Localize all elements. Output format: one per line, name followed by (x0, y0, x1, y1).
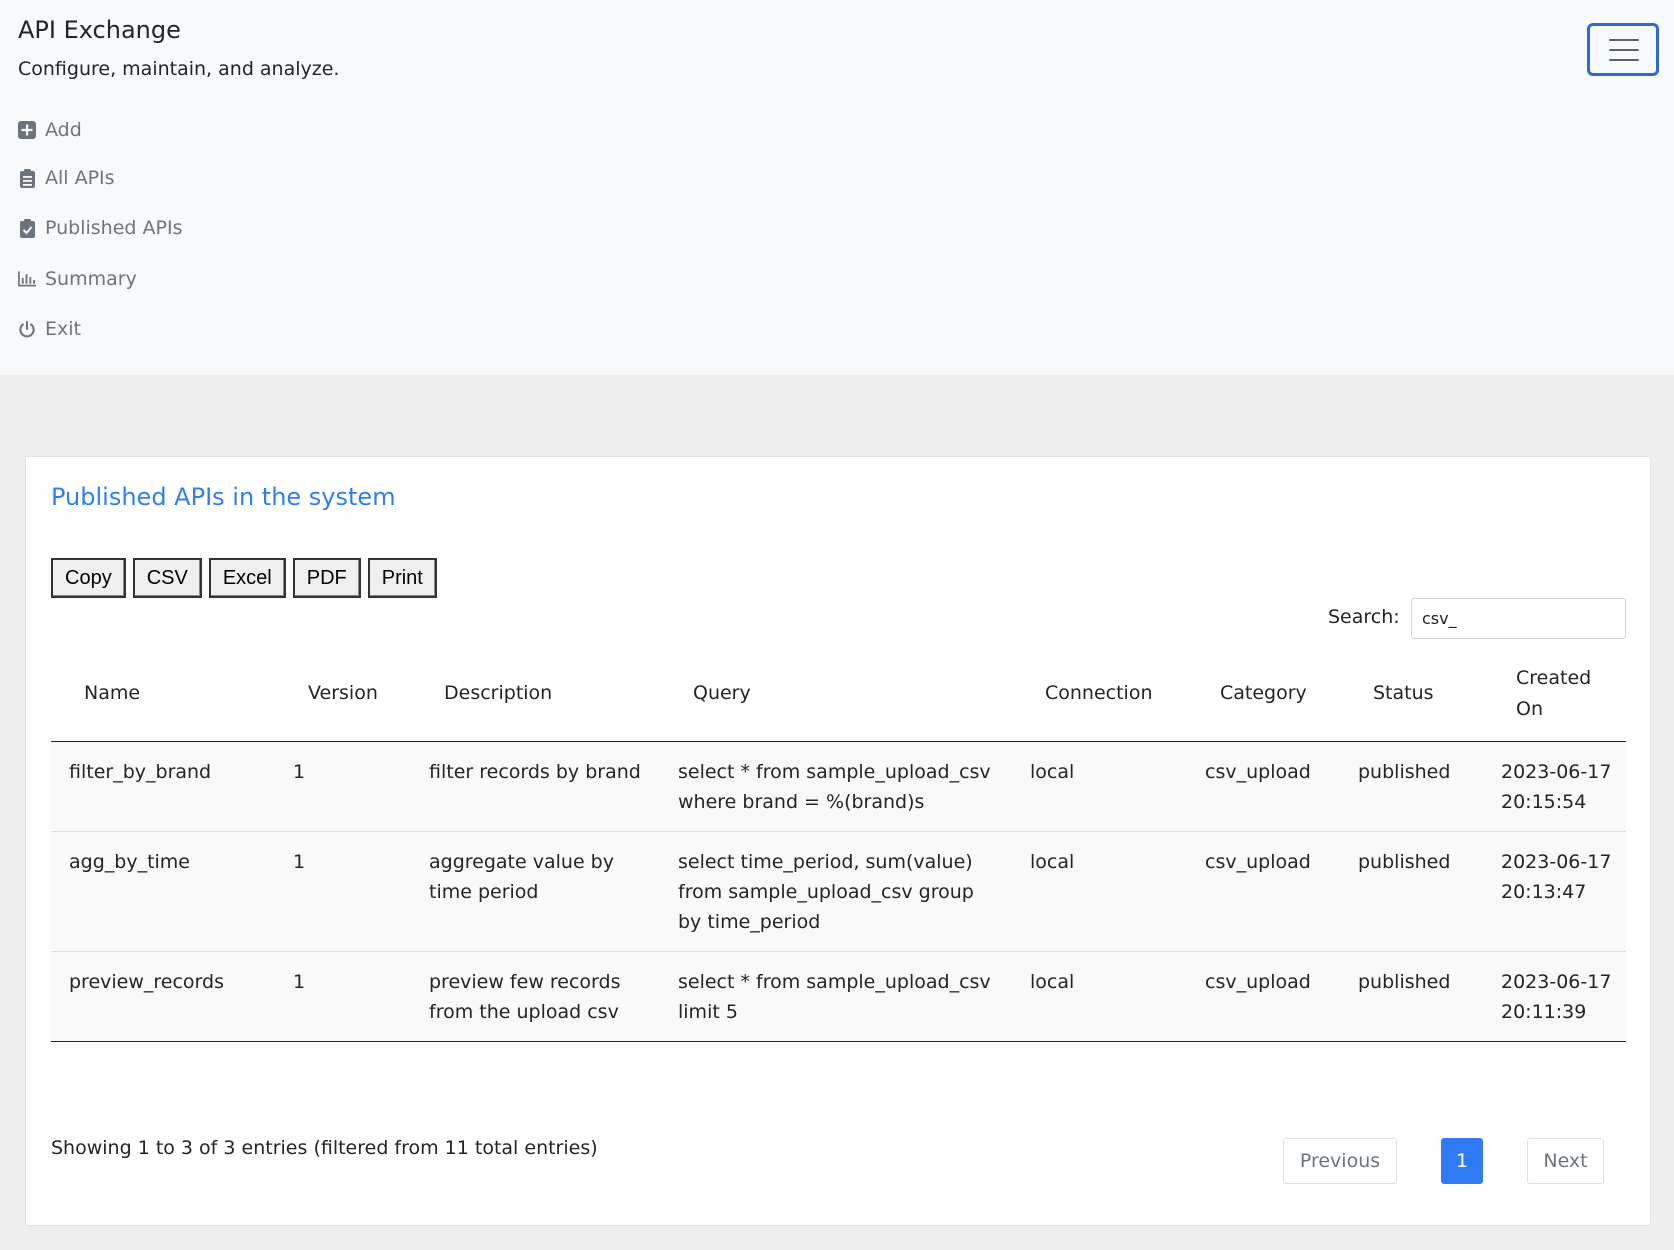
cell-created-on: 2023-06-17 20:13:47 (1483, 831, 1626, 952)
nav-item-summary[interactable]: Summary (18, 268, 137, 290)
bar-chart-icon (18, 269, 36, 289)
cell-connection: local (1012, 951, 1187, 1042)
table-row: filter_by_brand 1 filter records by bran… (51, 741, 1626, 832)
previous-page-button[interactable]: Previous (1283, 1138, 1397, 1184)
hamburger-icon (1609, 39, 1639, 61)
cell-description: filter records by brand (411, 741, 660, 832)
nav-item-label: Summary (45, 268, 137, 290)
next-page-button[interactable]: Next (1527, 1138, 1604, 1184)
clipboard-list-icon (18, 168, 36, 188)
cell-query: select * from sample_upload_csv limit 5 (660, 951, 1012, 1042)
apis-table: Name Version Description Query Connectio… (51, 647, 1626, 1042)
power-icon (18, 319, 36, 339)
nav-item-published-apis[interactable]: Published APIs (18, 217, 182, 239)
cell-version: 1 (275, 741, 411, 832)
navbar-toggler-button[interactable] (1587, 23, 1659, 76)
card-title: Published APIs in the system (51, 483, 396, 511)
column-header-connection[interactable]: Connection (1012, 647, 1187, 742)
copy-button[interactable]: Copy (51, 558, 126, 598)
cell-query: select * from sample_upload_csv where br… (660, 741, 1012, 832)
column-header-created-on[interactable]: Created On (1483, 647, 1626, 742)
cell-created-on: 2023-06-17 20:15:54 (1483, 741, 1626, 832)
brand-title[interactable]: API Exchange (18, 16, 181, 44)
cell-description: preview few records from the upload csv (411, 951, 660, 1042)
nav-item-label: Exit (45, 318, 81, 340)
table-header-row: Name Version Description Query Connectio… (51, 647, 1626, 742)
cell-connection: local (1012, 831, 1187, 952)
cell-query: select time_period, sum(value) from samp… (660, 831, 1012, 952)
column-header-description[interactable]: Description (411, 647, 660, 742)
csv-button[interactable]: CSV (132, 558, 202, 598)
navbar: API Exchange Configure, maintain, and an… (0, 0, 1674, 375)
nav-item-label: Add (45, 119, 82, 141)
excel-button[interactable]: Excel (208, 558, 286, 598)
cell-name: agg_by_time (51, 831, 275, 952)
pdf-button[interactable]: PDF (292, 558, 361, 598)
table-row: preview_records 1 preview few records fr… (51, 951, 1626, 1042)
column-header-query[interactable]: Query (660, 647, 1012, 742)
clipboard-check-icon (18, 218, 36, 238)
nav-item-exit[interactable]: Exit (18, 318, 81, 340)
column-header-category[interactable]: Category (1187, 647, 1340, 742)
published-apis-card: Published APIs in the system Copy CSV Ex… (25, 456, 1651, 1226)
column-header-name[interactable]: Name (51, 647, 275, 742)
table-info-text: Showing 1 to 3 of 3 entries (filtered fr… (51, 1137, 598, 1159)
cell-category: csv_upload (1187, 741, 1340, 832)
cell-name: filter_by_brand (51, 741, 275, 832)
print-button[interactable]: Print (367, 558, 437, 598)
cell-category: csv_upload (1187, 831, 1340, 952)
nav-item-all-apis[interactable]: All APIs (18, 167, 115, 189)
plus-square-icon (18, 120, 36, 140)
cell-version: 1 (275, 831, 411, 952)
table-row: agg_by_time 1 aggregate value by time pe… (51, 831, 1626, 952)
brand-tagline: Configure, maintain, and analyze. (18, 58, 340, 80)
search-input[interactable] (1411, 598, 1626, 639)
column-header-version[interactable]: Version (275, 647, 411, 742)
nav-item-add[interactable]: Add (18, 119, 82, 141)
cell-status: published (1340, 831, 1483, 952)
search-label: Search: (1328, 606, 1400, 628)
cell-name: preview_records (51, 951, 275, 1042)
cell-status: published (1340, 951, 1483, 1042)
cell-description: aggregate value by time period (411, 831, 660, 952)
cell-status: published (1340, 741, 1483, 832)
cell-version: 1 (275, 951, 411, 1042)
nav-item-label: All APIs (45, 167, 115, 189)
page-1-button[interactable]: 1 (1441, 1138, 1483, 1184)
cell-connection: local (1012, 741, 1187, 832)
column-header-status[interactable]: Status (1340, 647, 1483, 742)
nav-item-label: Published APIs (45, 217, 183, 239)
cell-created-on: 2023-06-17 20:11:39 (1483, 951, 1626, 1042)
export-buttons: Copy CSV Excel PDF Print (51, 558, 437, 598)
cell-category: csv_upload (1187, 951, 1340, 1042)
